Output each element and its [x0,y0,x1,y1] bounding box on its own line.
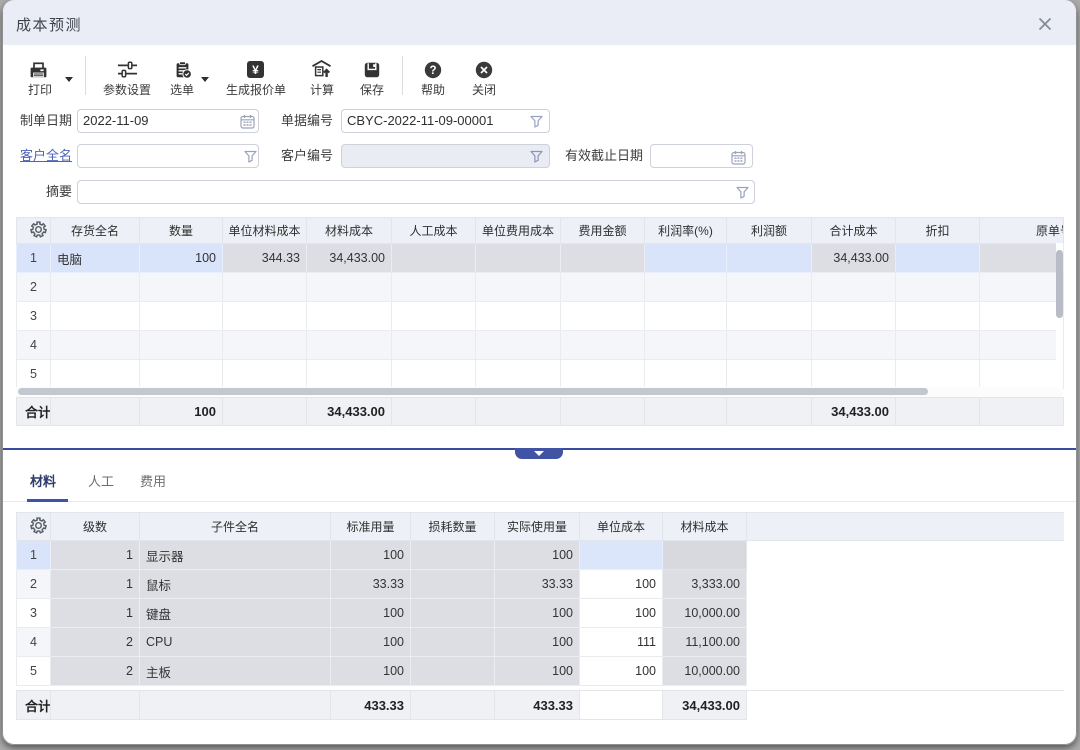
svg-text:?: ? [429,65,436,77]
svg-text:¥: ¥ [252,63,259,77]
